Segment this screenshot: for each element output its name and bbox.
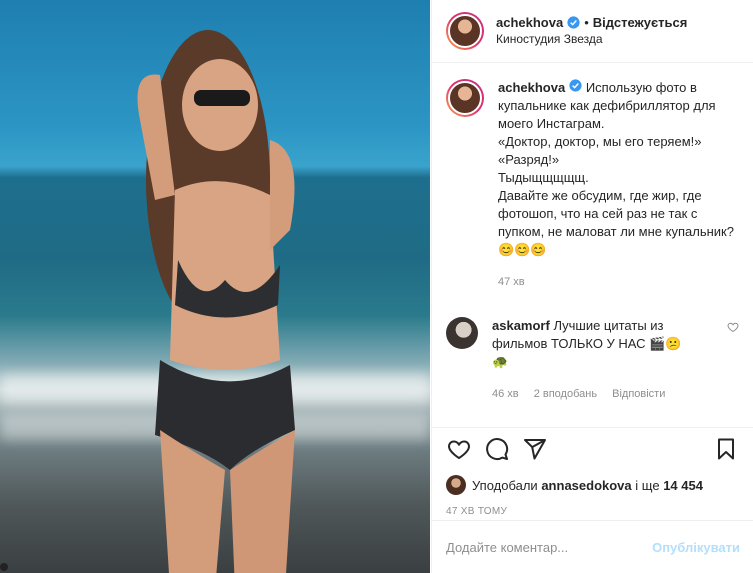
caption-text: Использую фото в купальнике как дефибрил…	[498, 80, 734, 239]
caption-username[interactable]: achekhova	[498, 80, 565, 95]
commenter-username[interactable]: askamorf	[492, 318, 550, 333]
heart-icon[interactable]	[446, 436, 472, 462]
caption-time[interactable]: 47 хв	[498, 276, 525, 288]
author-username[interactable]: achekhova	[496, 14, 563, 31]
comment-emoji-line2: 🐢	[492, 354, 509, 369]
comment-input[interactable]	[446, 539, 653, 555]
caption-meta: 47 хв	[498, 273, 739, 291]
bookmark-icon[interactable]	[713, 436, 739, 462]
liker-avatar[interactable]	[446, 475, 466, 495]
reply-button[interactable]: Відповісти	[612, 388, 665, 400]
comment-emojis: 🎬😕	[649, 336, 682, 351]
woman-figure	[137, 30, 295, 573]
author-avatar[interactable]	[446, 12, 484, 50]
post-time-ago[interactable]: 47 ХВ ТОМУ	[432, 506, 753, 517]
header-separator: •	[584, 15, 589, 30]
likes-count[interactable]: 14 454	[663, 478, 703, 493]
likes-middle: і ще	[635, 477, 660, 493]
add-comment-bar: Опублікувати	[432, 520, 753, 573]
likes-prefix: Уподобали	[472, 477, 538, 493]
comment-meta: 46 хв 2 вподобань Відповісти	[492, 385, 721, 403]
post-photo[interactable]	[0, 0, 430, 573]
likes-summary: Уподобали annasedokova і ще 14 454	[432, 472, 753, 498]
commenter-avatar[interactable]	[446, 317, 478, 349]
comment-item: askamorf Лучшие цитаты из фильмов ТОЛЬКО…	[446, 317, 739, 403]
comment-heart-icon[interactable]	[727, 321, 739, 333]
verified-badge-icon	[569, 79, 582, 92]
speech-bubble-icon[interactable]	[484, 436, 510, 462]
photo-indicator-dot	[0, 563, 8, 571]
following-button[interactable]: Відстежується	[593, 14, 688, 31]
comment-time[interactable]: 46 хв	[492, 388, 519, 400]
verified-badge-icon	[567, 16, 580, 29]
post-header: achekhova • Відстежується Киностудия Зве…	[432, 0, 753, 63]
comment-likes[interactable]: 2 вподобань	[534, 388, 597, 400]
action-bar	[432, 432, 753, 466]
liker-username[interactable]: annasedokova	[541, 478, 631, 493]
comments-list[interactable]: achekhova Использую фото в купальнике ка…	[432, 63, 753, 428]
caption-emojis: 😊😊😊	[498, 242, 547, 257]
post-location[interactable]: Киностудия Звезда	[496, 31, 687, 48]
publish-button[interactable]: Опублікувати	[652, 540, 740, 555]
paper-plane-icon[interactable]	[522, 436, 548, 462]
post-side-panel: achekhova • Відстежується Киностудия Зве…	[431, 0, 753, 573]
caption-avatar[interactable]	[446, 79, 484, 117]
caption-comment: achekhova Использую фото в купальнике ка…	[446, 79, 739, 291]
